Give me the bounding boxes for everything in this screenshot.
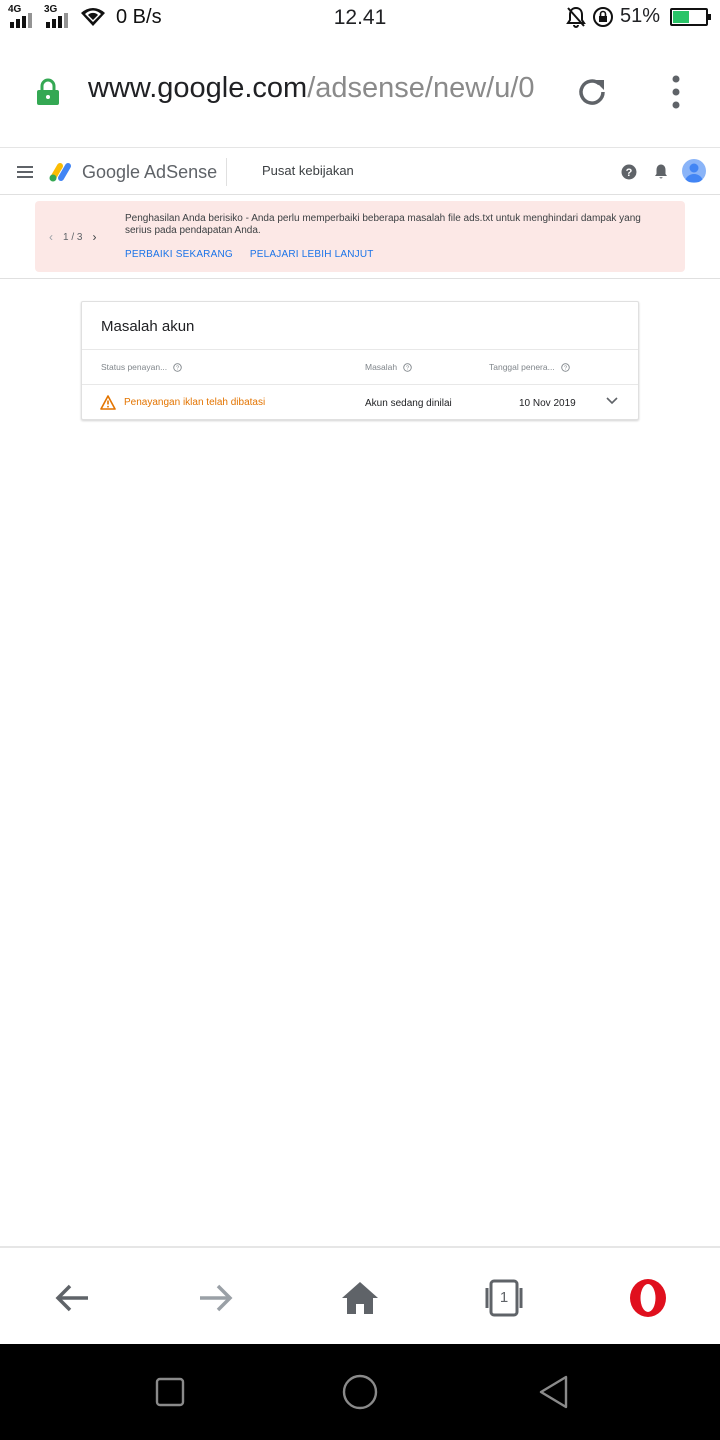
learn-more-link[interactable]: PELAJARI LEBIH LANJUT xyxy=(250,249,374,260)
account-icon xyxy=(685,163,703,182)
recent-apps-icon[interactable] xyxy=(152,1374,188,1410)
back-icon[interactable] xyxy=(52,1278,92,1318)
lock-icon xyxy=(37,78,59,105)
battery-icon xyxy=(670,7,711,26)
column-header-status: Status penayan... ? xyxy=(101,362,182,372)
brand-name: Google AdSense xyxy=(82,162,218,182)
fix-now-link[interactable]: PERBAIKI SEKARANG xyxy=(125,249,233,260)
card-title: Masalah akun xyxy=(101,318,195,335)
banner-pager: ‹ 1 / 3 › xyxy=(49,230,96,244)
warning-icon xyxy=(100,395,116,410)
signal-3g-icon: 3G xyxy=(44,4,74,30)
help-outline-icon[interactable]: ? xyxy=(403,362,412,372)
chevron-right-icon[interactable]: › xyxy=(92,230,96,244)
tabs-count: 1 xyxy=(499,1289,509,1306)
home-circle-icon[interactable] xyxy=(342,1374,378,1410)
rotation-lock-icon xyxy=(592,6,613,27)
hamburger-menu-icon[interactable] xyxy=(17,166,33,178)
svg-text:?: ? xyxy=(626,167,633,179)
bell-off-icon xyxy=(566,6,586,28)
issue-cell: Akun sedang dinilai xyxy=(365,398,452,409)
chevron-down-icon[interactable] xyxy=(606,397,618,405)
url-path: /adsense/new/u/0 xyxy=(307,72,535,104)
account-issues-card: Masalah akun Status penayan... ? Masalah… xyxy=(81,301,639,420)
more-vert-icon[interactable] xyxy=(664,74,688,110)
status-bar: 4G 3G 0 B/s 12.41 51% xyxy=(0,0,720,36)
status-left: 4G 3G 0 B/s xyxy=(8,4,162,30)
url-host: www.google.com xyxy=(88,72,308,104)
browser-url-bar: www.google.com/adsense/new/u/0 xyxy=(0,36,720,148)
address-field[interactable]: www.google.com/adsense/new/u/0 xyxy=(88,72,548,105)
help-icon[interactable]: ? xyxy=(621,164,637,180)
notifications-icon[interactable] xyxy=(653,163,669,180)
alert-area: ‹ 1 / 3 › Penghasilan Anda berisiko - An… xyxy=(0,196,720,279)
column-label: Masalah xyxy=(365,362,398,372)
adsense-header: Google AdSense Pusat kebijakan ? xyxy=(0,150,720,195)
chevron-left-icon[interactable]: ‹ xyxy=(49,230,53,244)
alert-banner: ‹ 1 / 3 › Penghasilan Anda berisiko - An… xyxy=(35,201,685,272)
table-header: Status penayan... ? Masalah ? Tanggal pe… xyxy=(82,349,638,385)
status-cell: Penayangan iklan telah dibatasi xyxy=(124,397,266,408)
help-outline-icon[interactable]: ? xyxy=(173,362,182,372)
column-header-issue: Masalah ? xyxy=(365,362,412,372)
table-row[interactable]: Penayangan iklan telah dibatasi Akun sed… xyxy=(82,385,638,420)
tabs-button[interactable]: 1 xyxy=(484,1278,524,1318)
battery-percent: 51% xyxy=(619,5,660,27)
column-label: Tanggal penera... xyxy=(489,362,555,372)
column-header-date: Tanggal penera... ? xyxy=(489,362,570,372)
system-nav-bar xyxy=(0,1344,720,1440)
help-outline-icon[interactable]: ? xyxy=(560,362,570,372)
wifi-icon xyxy=(81,8,105,26)
adsense-logo-icon xyxy=(49,163,71,182)
alert-message: Penghasilan Anda berisiko - Anda perlu m… xyxy=(125,213,641,236)
pager-label: 1 / 3 xyxy=(63,231,83,243)
back-triangle-icon[interactable] xyxy=(536,1374,572,1410)
network-speed: 0 B/s xyxy=(116,5,162,28)
reload-icon[interactable] xyxy=(574,74,610,110)
page-title: Pusat kebijakan xyxy=(262,163,354,178)
header-divider xyxy=(226,158,227,186)
avatar[interactable] xyxy=(682,159,706,183)
date-cell: 10 Nov 2019 xyxy=(519,398,576,409)
opera-menu-icon[interactable] xyxy=(628,1278,668,1318)
status-right: 51% xyxy=(566,5,711,28)
alert-actions: PERBAIKI SEKARANG PELAJARI LEBIH LANJUT xyxy=(125,249,374,260)
home-icon[interactable] xyxy=(340,1278,380,1318)
browser-bottom-toolbar: 1 xyxy=(0,1246,720,1344)
forward-icon[interactable] xyxy=(196,1278,236,1318)
column-label: Status penayan... xyxy=(101,362,168,372)
signal-4g-icon: 4G xyxy=(8,4,38,30)
